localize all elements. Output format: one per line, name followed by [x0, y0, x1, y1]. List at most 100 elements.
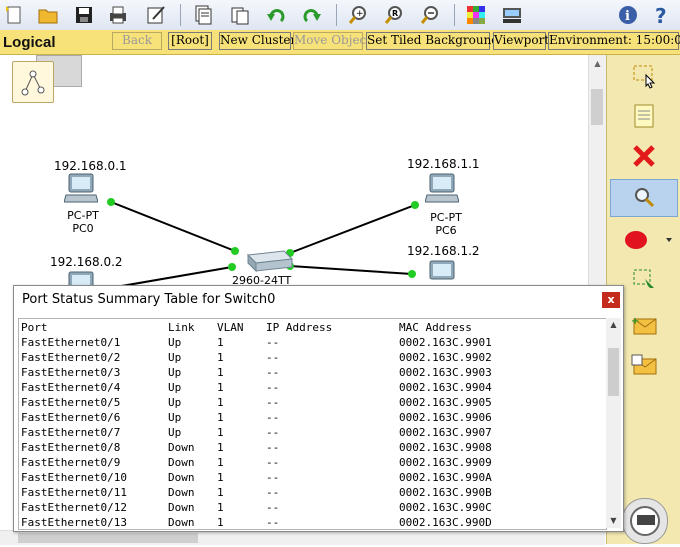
help-icon[interactable]: ? — [650, 3, 674, 27]
workspace-horizontal-scrollbar[interactable] — [0, 530, 605, 545]
cell-vlan: 1 — [217, 516, 224, 529]
dialog-vertical-scrollbar[interactable]: ▲ ▼ — [606, 318, 621, 528]
cell-vlan: 1 — [217, 381, 224, 394]
edit-icon[interactable] — [144, 3, 168, 27]
dialog-title-bar[interactable]: Port Status Summary Table for Switch0 x — [14, 286, 623, 314]
cell-port: FastEthernet0/6 — [21, 411, 121, 424]
table-header: Port Link VLAN IP Address MAC Address — [21, 321, 472, 336]
copy-icon[interactable] — [191, 3, 215, 27]
logical-workspace-bar: Logical Back [Root] New Cluster Move Obj… — [0, 30, 680, 55]
realtime-clock-icon[interactable] — [622, 498, 668, 544]
col-mac: MAC Address — [399, 321, 472, 334]
note-icon[interactable] — [610, 97, 678, 135]
device-dialog-icon[interactable] — [500, 3, 524, 27]
zoom-reset-icon[interactable]: R — [382, 3, 406, 27]
back-button[interactable]: Back — [112, 32, 162, 50]
cell-mac: 0002.163C.990D — [399, 516, 492, 529]
cell-mac: 0002.163C.990C — [399, 501, 492, 514]
move-object-button[interactable]: Move Object — [293, 32, 371, 50]
cell-ip: -- — [266, 336, 280, 349]
pc-ip-label: 192.168.1.2 — [407, 244, 480, 258]
cell-mac: 0002.163C.9908 — [399, 441, 492, 454]
cell-vlan: 1 — [217, 456, 224, 469]
cell-mac: 0002.163C.9904 — [399, 381, 492, 394]
undo-icon[interactable] — [264, 3, 288, 27]
svg-text:?: ? — [655, 4, 667, 26]
port-status-table[interactable]: Port Link VLAN IP Address MAC Address Fa… — [18, 318, 607, 530]
cell-vlan: 1 — [217, 426, 224, 439]
new-cluster-button[interactable]: New Cluster — [219, 32, 296, 50]
cell-port: FastEthernet0/13 — [21, 516, 127, 529]
cell-mac: 0002.163C.9909 — [399, 456, 492, 469]
link-dot — [228, 263, 236, 271]
cell-vlan: 1 — [217, 396, 224, 409]
main-toolbar: + R i ? — [0, 0, 680, 31]
col-port: Port — [21, 321, 48, 334]
cell-link: Up — [168, 426, 182, 439]
draw-shape-icon[interactable] — [610, 221, 678, 259]
col-ip: IP Address — [266, 321, 333, 334]
zoom-out-icon[interactable] — [418, 3, 442, 27]
cell-link: Up — [168, 411, 182, 424]
link-dot — [231, 247, 239, 255]
cell-port: FastEthernet0/11 — [21, 486, 127, 499]
cell-mac: 0002.163C.9902 — [399, 351, 492, 364]
cell-vlan: 1 — [217, 366, 224, 379]
port-status-dialog[interactable]: Port Status Summary Table for Switch0 x … — [13, 285, 624, 532]
cell-ip: -- — [266, 351, 280, 364]
svg-text:+: + — [356, 9, 364, 19]
set-tiled-background-button[interactable]: Set Tiled Background — [366, 32, 499, 50]
cell-link: Down — [168, 456, 195, 469]
viewport-button[interactable]: Viewport — [493, 32, 549, 50]
delete-icon[interactable] — [610, 137, 678, 175]
new-file-icon[interactable] — [2, 3, 26, 27]
info-icon[interactable]: i — [616, 3, 640, 27]
inspect-icon[interactable] — [610, 179, 678, 217]
scroll-up-icon[interactable]: ▲ — [589, 55, 606, 72]
cell-port: FastEthernet0/7 — [21, 426, 121, 439]
print-icon[interactable] — [106, 3, 130, 27]
link-dot — [411, 201, 419, 209]
select-tool-icon[interactable] — [610, 57, 678, 95]
save-icon[interactable] — [72, 3, 96, 27]
cell-port: FastEthernet0/1 — [21, 336, 121, 349]
cell-ip: -- — [266, 486, 280, 499]
redo-icon[interactable] — [300, 3, 324, 27]
dialog-title: Port Status Summary Table for Switch0 — [22, 292, 276, 307]
scroll-thumb[interactable] — [591, 89, 603, 125]
scroll-up-icon[interactable]: ▲ — [606, 318, 621, 332]
open-folder-icon[interactable] — [36, 3, 60, 27]
scroll-down-icon[interactable]: ▼ — [606, 514, 621, 528]
cell-mac: 0002.163C.9903 — [399, 366, 492, 379]
cell-mac: 0002.163C.9906 — [399, 411, 492, 424]
cell-link: Down — [168, 471, 195, 484]
close-icon[interactable]: x — [602, 292, 620, 308]
workspace-mode-title: Logical — [3, 34, 56, 51]
cell-port: FastEthernet0/10 — [21, 471, 127, 484]
cell-port: FastEthernet0/5 — [21, 396, 121, 409]
cell-link: Up — [168, 336, 182, 349]
palette-icon[interactable] — [464, 3, 488, 27]
cell-vlan: 1 — [217, 486, 224, 499]
root-button[interactable]: [Root] — [168, 32, 212, 50]
scroll-thumb[interactable] — [18, 533, 198, 543]
cell-port: FastEthernet0/12 — [21, 501, 127, 514]
cell-mac: 0002.163C.9907 — [399, 426, 492, 439]
cell-ip: -- — [266, 441, 280, 454]
scroll-thumb[interactable] — [608, 348, 619, 396]
environment-button[interactable]: Environment: 15:00:00 — [548, 32, 680, 50]
paste-icon[interactable] — [228, 3, 252, 27]
cell-vlan: 1 — [217, 336, 224, 349]
cell-ip: -- — [266, 501, 280, 514]
zoom-in-icon[interactable]: + — [346, 3, 370, 27]
svg-text:i: i — [625, 9, 630, 24]
pc-icon[interactable] — [63, 173, 99, 205]
cell-port: FastEthernet0/8 — [21, 441, 121, 454]
pc0-name: PC0 — [72, 222, 94, 235]
pc-icon[interactable] — [424, 173, 460, 205]
pc0-ip: 192.168.0.1 — [54, 159, 127, 173]
cell-link: Down — [168, 441, 195, 454]
cell-ip: -- — [266, 471, 280, 484]
col-link: Link — [168, 321, 195, 334]
cell-vlan: 1 — [217, 411, 224, 424]
